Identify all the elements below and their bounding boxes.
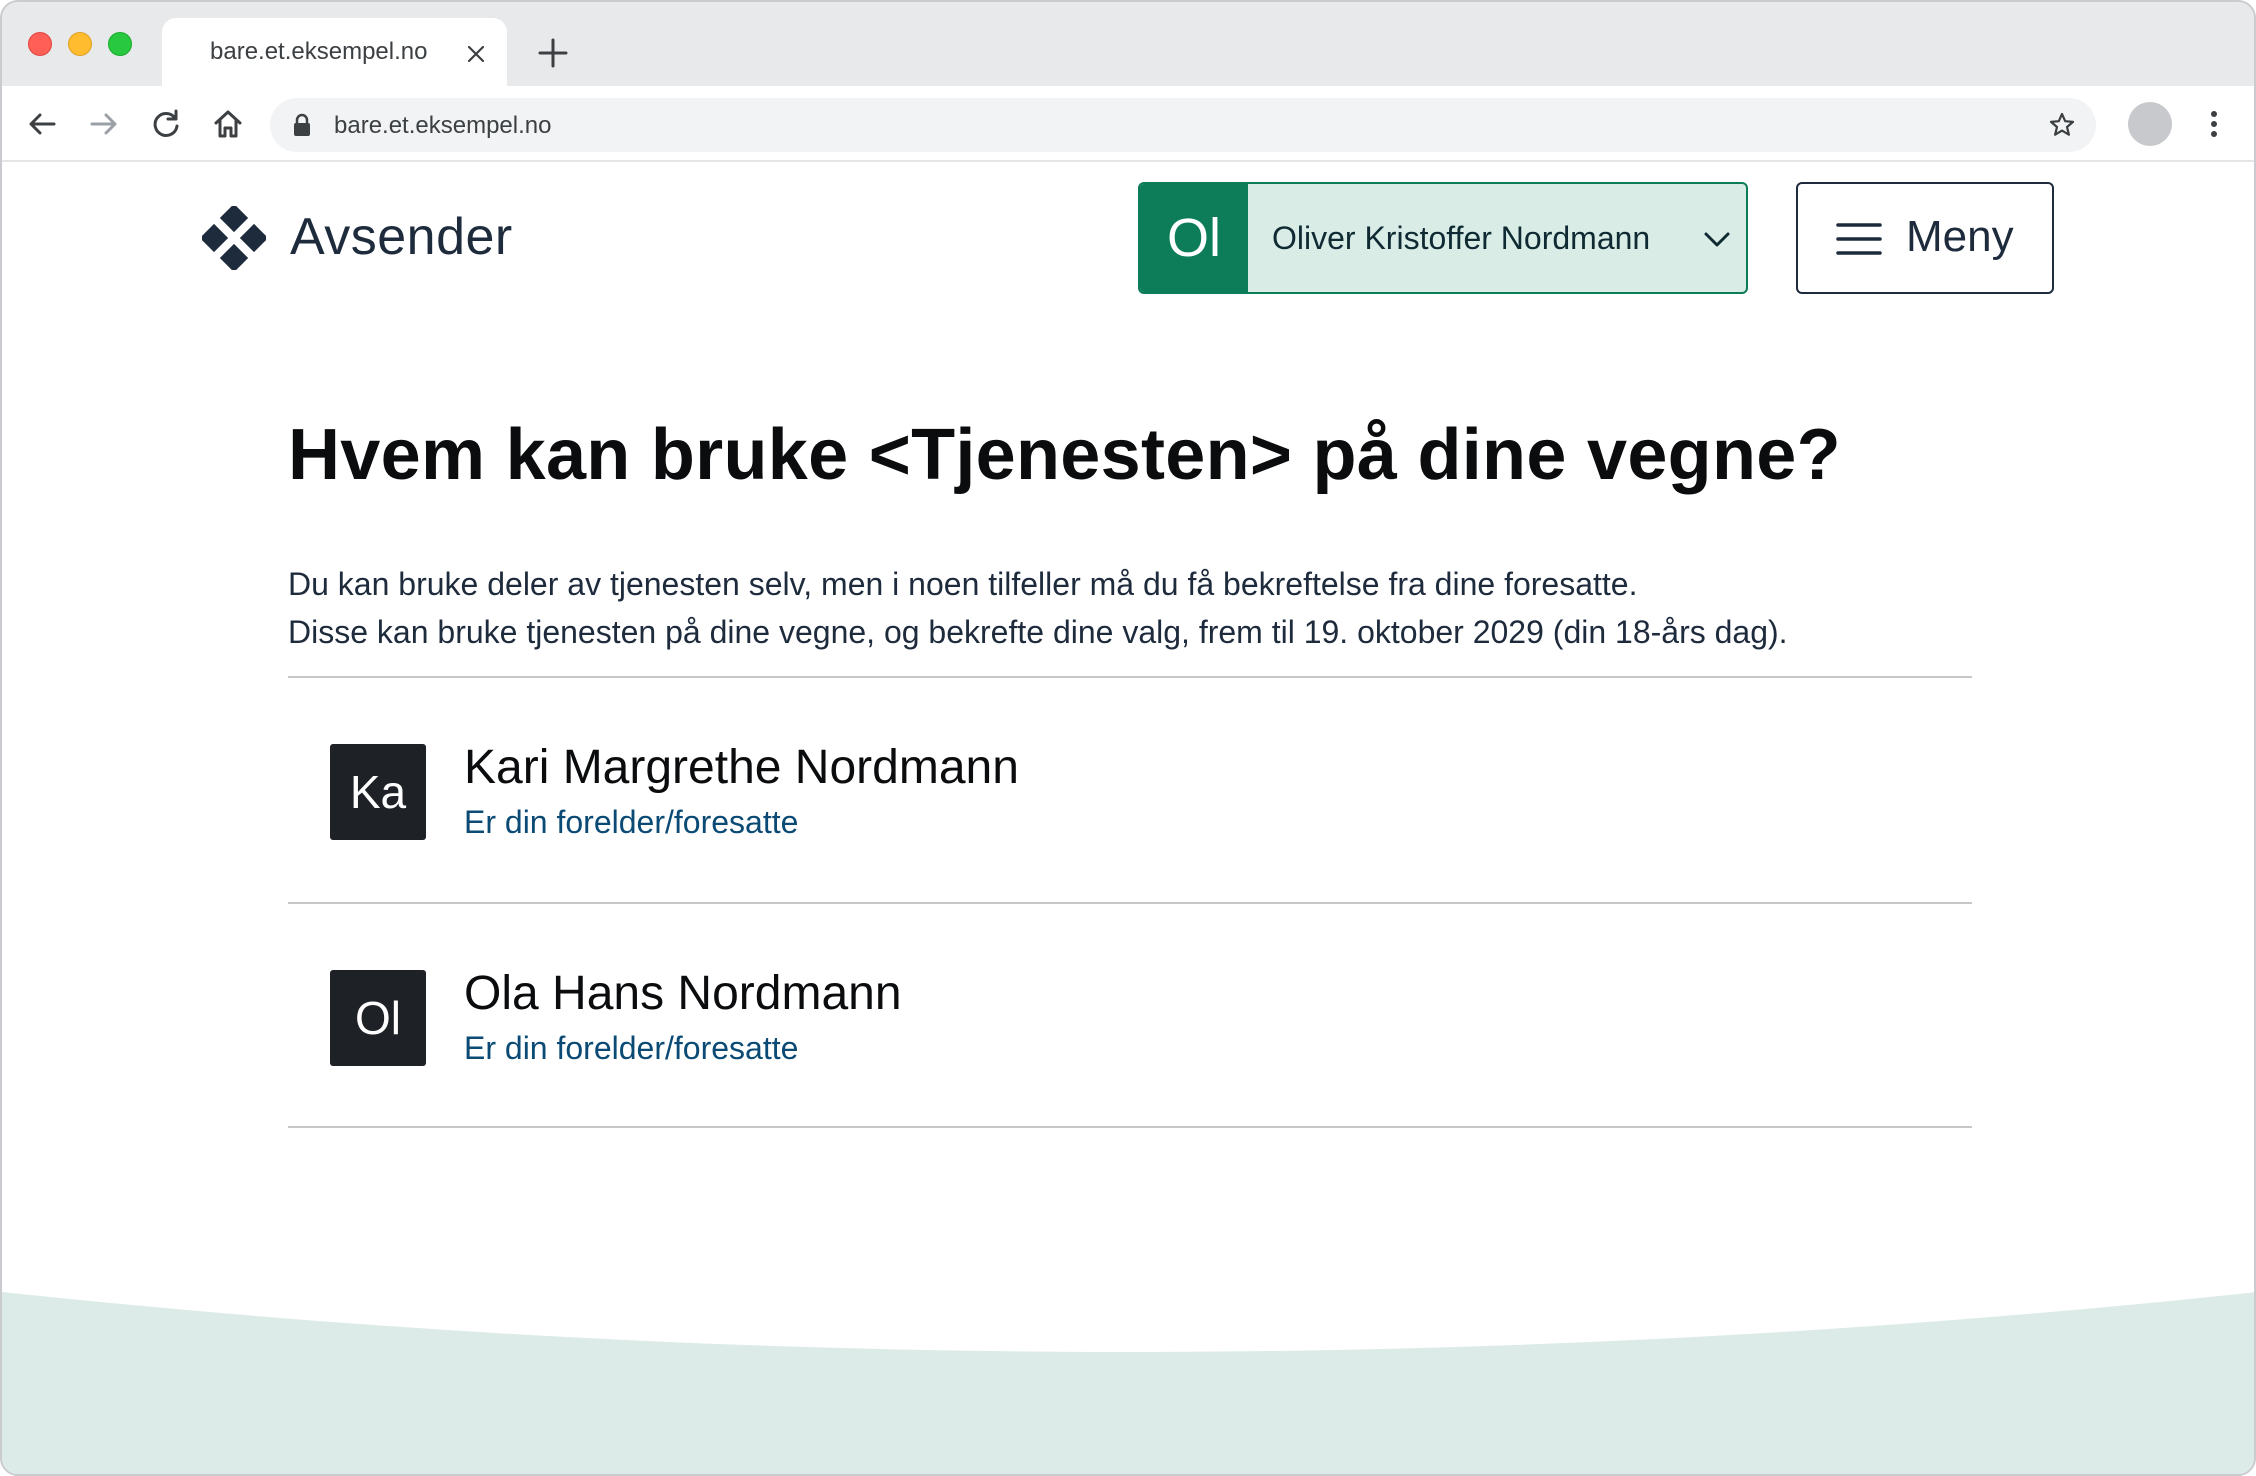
person-role: Er din forelder/foresatte [464,1030,799,1066]
list-item-person[interactable]: Ka Kari Margrethe Nordmann Er din foreld… [288,678,1972,902]
user-name: Oliver Kristoffer Nordmann [1272,220,1651,256]
diamond-grid-icon[interactable] [202,206,266,270]
lock-icon [294,113,310,136]
kebab-icon[interactable] [2202,106,2226,142]
person-role: Er din forelder/foresatte [464,804,799,840]
arrow-left-icon[interactable] [24,106,60,142]
browser-tab[interactable]: bare.et.eksempel.no [162,18,507,88]
window-minimize-button[interactable] [68,32,92,56]
close-icon[interactable] [464,42,488,66]
home-icon[interactable] [210,106,246,142]
footer-wave [2,1292,2254,1474]
person-name: Ola Hans Nordmann [464,967,902,1020]
chevron-down-icon [1704,232,1730,247]
window-maximize-button[interactable] [108,32,132,56]
intro-line-1: Du kan bruke deler av tjenesten selv, me… [288,566,1638,602]
tab-strip: bare.et.eksempel.no [2,2,2254,88]
menu-label: Meny [1906,212,2014,261]
menu-button[interactable]: Meny [1796,182,2054,294]
user-initials: Ol [1140,184,1248,292]
browser-window: bare.et.eksempel.no bare.et.eksempel.no … [0,0,2256,1476]
window-close-button[interactable] [28,32,52,56]
star-icon[interactable] [2048,111,2076,139]
list-item-person[interactable]: Ol Ola Hans Nordmann Er din forelder/for… [288,904,1972,1128]
reload-icon[interactable] [148,106,184,142]
person-name: Kari Margrethe Nordmann [464,741,1019,794]
intro-text: Du kan bruke deler av tjenesten selv, me… [288,560,1788,656]
url-text: bare.et.eksempel.no [334,112,552,139]
hamburger-icon [1836,223,1882,255]
browser-toolbar: bare.et.eksempel.no [2,86,2254,162]
avatar: Ka [330,744,426,840]
plus-icon[interactable] [536,36,570,70]
address-bar[interactable]: bare.et.eksempel.no [270,98,2096,152]
user-account-button[interactable]: Ol Oliver Kristoffer Nordmann [1138,182,1748,294]
tab-title: bare.et.eksempel.no [210,38,428,65]
page-title: Hvem kan bruke <Tjenesten> på dine vegne… [288,415,1841,495]
arrow-right-icon[interactable] [86,106,122,142]
divider [288,1126,1972,1128]
profile-avatar[interactable] [2128,102,2172,146]
avatar: Ol [330,970,426,1066]
logo-text[interactable]: Avsender [290,207,513,267]
intro-line-2: Disse kan bruke tjenesten på dine vegne,… [288,614,1788,650]
